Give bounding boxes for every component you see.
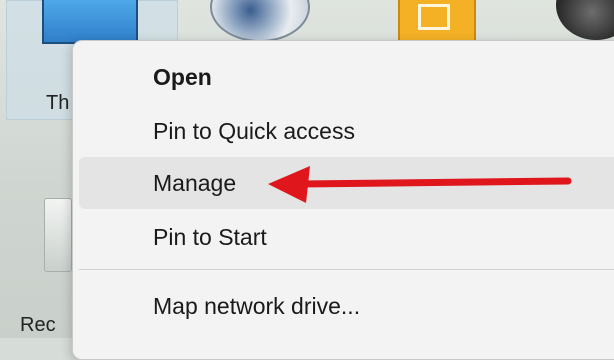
menu-item-pin-to-quick-access-label: Pin to Quick access — [153, 117, 355, 144]
this-pc-icon[interactable] — [42, 0, 138, 44]
recycle-bin-label: Rec — [20, 314, 56, 336]
recycle-bin-icon[interactable] — [44, 198, 72, 272]
media-player-icon[interactable] — [210, 0, 310, 42]
folder-icon[interactable] — [398, 0, 476, 44]
menu-item-pin-to-start-label: Pin to Start — [153, 223, 267, 250]
menu-item-pin-to-quick-access[interactable]: Pin to Quick access — [79, 105, 614, 157]
menu-item-pin-to-start[interactable]: Pin to Start — [79, 211, 614, 263]
menu-item-map-network-drive[interactable]: Map network drive... — [79, 280, 614, 332]
menu-separator — [79, 269, 614, 270]
context-menu: Open Pin to Quick access Manage Pin to S… — [72, 40, 614, 360]
menu-item-manage[interactable]: Manage — [79, 157, 614, 209]
folder-overlay-icon — [418, 4, 450, 30]
this-pc-label: Th — [46, 92, 70, 114]
menu-item-manage-label: Manage — [153, 169, 237, 196]
menu-item-open[interactable]: Open — [79, 51, 614, 103]
menu-item-open-label: Open — [153, 63, 212, 90]
app-shortcut-icon[interactable] — [556, 0, 614, 40]
menu-item-map-network-drive-label: Map network drive... — [153, 292, 361, 319]
